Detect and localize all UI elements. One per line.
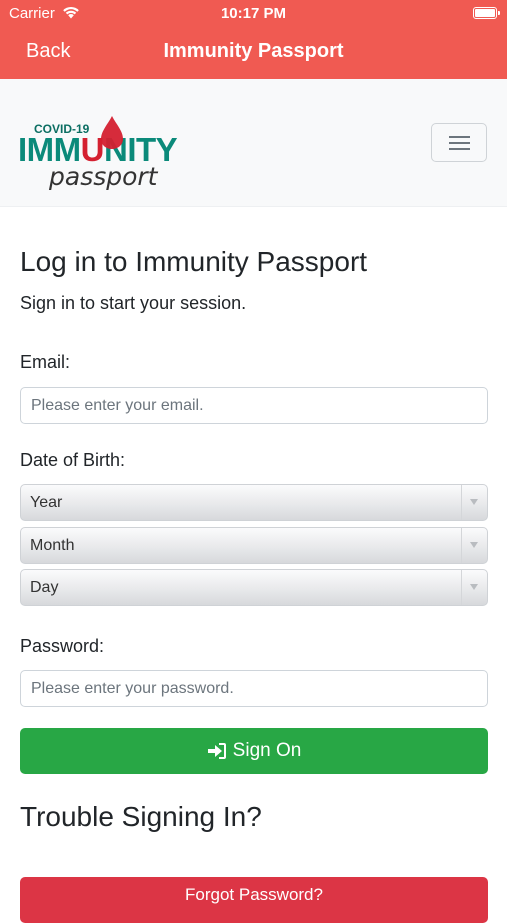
hamburger-line bbox=[449, 136, 470, 138]
month-select-value: Month bbox=[30, 537, 75, 554]
battery-icon bbox=[473, 7, 500, 19]
email-label: Email: bbox=[20, 352, 71, 372]
forgot-password-label: Forgot Password? bbox=[185, 885, 323, 904]
password-input[interactable] bbox=[20, 670, 488, 707]
chevron-down-icon bbox=[461, 570, 487, 605]
hamburger-line bbox=[449, 142, 470, 144]
sign-in-icon bbox=[207, 743, 226, 759]
page-subtitle: Sign in to start your session. bbox=[20, 293, 247, 313]
nav-title: Immunity Passport bbox=[163, 40, 344, 62]
sign-on-label: Sign On bbox=[232, 740, 302, 761]
status-bar: Carrier 10:17 PM bbox=[0, 0, 507, 28]
day-select[interactable]: Day bbox=[20, 569, 488, 606]
year-select-value: Year bbox=[30, 494, 63, 511]
year-select[interactable]: Year bbox=[20, 484, 488, 521]
status-time: 10:17 PM bbox=[220, 5, 287, 22]
chevron-down-icon bbox=[461, 528, 487, 563]
chevron-down-icon bbox=[461, 485, 487, 520]
password-label: Password: bbox=[20, 636, 105, 656]
logo-passport-text: passport bbox=[48, 162, 159, 191]
navigation-bar: Carrier 10:17 PM Back Immunity Passport bbox=[0, 0, 507, 79]
email-input[interactable] bbox=[20, 387, 488, 424]
forgot-password-button[interactable]: Forgot Password? bbox=[20, 877, 488, 923]
trouble-heading: Trouble Signing In? bbox=[20, 801, 262, 832]
dob-label: Date of Birth: bbox=[20, 450, 126, 470]
month-select[interactable]: Month bbox=[20, 527, 488, 564]
blood-drop-icon bbox=[101, 116, 123, 149]
immunity-passport-logo[interactable]: COVID-19 IMMUNITY passport bbox=[18, 112, 208, 192]
page-title: Log in to Immunity Passport bbox=[20, 246, 368, 277]
sign-on-button[interactable]: Sign On bbox=[20, 728, 488, 774]
hamburger-line bbox=[449, 148, 470, 150]
menu-toggle-button[interactable] bbox=[431, 123, 487, 162]
day-select-value: Day bbox=[30, 579, 59, 596]
